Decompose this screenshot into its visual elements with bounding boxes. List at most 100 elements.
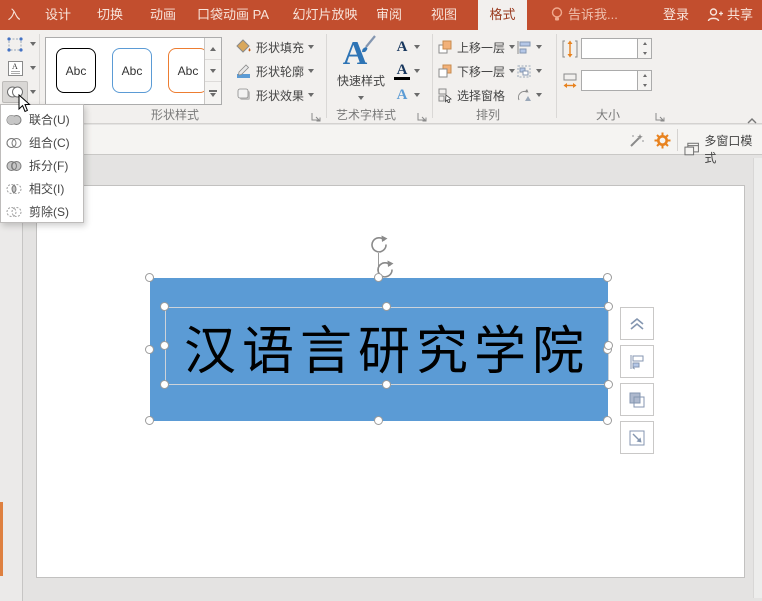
down-arrow-icon <box>210 92 216 97</box>
text-box-dropdown[interactable] <box>29 57 37 79</box>
dropdown-arrow-icon <box>414 93 420 97</box>
edit-shape-icon <box>6 36 23 52</box>
tab-transitions[interactable]: 切换 <box>80 0 140 30</box>
wordart-dialog-launcher[interactable] <box>417 110 429 122</box>
textbox-handle-s[interactable] <box>382 380 391 389</box>
collapse-ribbon-button[interactable] <box>746 112 758 124</box>
share-label: 共享 <box>726 7 753 22</box>
shape-width-input[interactable] <box>581 70 638 91</box>
tab-pocket-animation[interactable]: 口袋动画 PA <box>188 0 278 30</box>
sign-in-button[interactable]: 登录 <box>652 0 700 30</box>
text-fill-button[interactable]: A <box>394 36 428 58</box>
shape-style-thumb-orange[interactable]: Abc <box>168 48 208 93</box>
edit-shape-button[interactable] <box>2 33 28 55</box>
shape-handle-nw[interactable] <box>145 273 154 282</box>
menu-item-label: 组合(C) <box>29 136 70 150</box>
bring-forward-button[interactable]: 上移一层 <box>438 36 516 58</box>
toolbar-separator <box>677 129 678 151</box>
textbox-handle-w[interactable] <box>160 341 169 350</box>
textbox-handle-nw[interactable] <box>160 302 169 311</box>
dropdown-arrow-icon <box>509 45 516 49</box>
shape-handle-ne[interactable] <box>603 273 612 282</box>
menu-item-combine[interactable]: 组合(C) <box>1 131 83 154</box>
textbox-handle-ne[interactable] <box>604 302 613 311</box>
quick-styles-icon: A <box>330 34 392 72</box>
text-effects-icon: A <box>396 86 408 103</box>
down-arrow-icon <box>210 68 216 73</box>
layer-order-button[interactable] <box>620 383 654 416</box>
settings-button[interactable] <box>654 132 671 154</box>
tab-slideshow[interactable]: 幻灯片放映 <box>283 0 367 30</box>
shape-style-thumb-black[interactable]: Abc <box>56 48 96 93</box>
arrange-group-label: 排列 <box>475 108 500 122</box>
shape-effects-button[interactable]: 形状效果 <box>236 84 315 106</box>
text-box-button[interactable]: A <box>2 57 28 79</box>
resize-tool-icon <box>629 430 645 445</box>
shape-handle-sw[interactable] <box>145 416 154 425</box>
shape-style-thumb-blue[interactable]: Abc <box>112 48 152 93</box>
shape-fill-button[interactable]: 形状填充 <box>236 36 315 58</box>
shape-rotate-handle[interactable] <box>369 234 389 254</box>
tell-me-box[interactable]: 告诉我... <box>551 0 618 30</box>
down-arrow-icon <box>642 83 647 87</box>
resize-tool-button[interactable] <box>620 421 654 454</box>
rotate-button[interactable] <box>516 84 542 106</box>
textbox-handle-se[interactable] <box>604 380 613 389</box>
shape-outline-button[interactable]: 形状轮廓 <box>236 60 315 82</box>
selection-pane-button[interactable]: 选择窗格 <box>438 84 505 106</box>
down-arrow-icon <box>642 51 647 55</box>
menu-item-label: 相交(I) <box>29 182 65 196</box>
width-stepper[interactable] <box>638 70 652 91</box>
shape-width-field <box>562 70 652 91</box>
tab-animations[interactable]: 动画 <box>133 0 193 30</box>
menu-item-subtract[interactable]: 剪除(S) <box>1 200 83 223</box>
thumb-label: Abc <box>65 63 87 78</box>
textbox-handle-n[interactable] <box>382 302 391 311</box>
selected-text-box[interactable]: 汉语言研究学院 <box>165 307 609 385</box>
tab-review[interactable]: 审阅 <box>363 0 415 30</box>
gallery-more-button[interactable] <box>205 82 221 104</box>
send-backward-button[interactable]: 下移一层 <box>438 60 516 82</box>
share-button[interactable]: 共享 <box>700 0 760 30</box>
text-outline-button[interactable]: A <box>394 60 428 82</box>
gallery-scroll-down[interactable] <box>205 60 221 82</box>
shape-text: 汉语言研究学院 <box>183 321 590 382</box>
ribbon: A Abc Abc Abc 形状填充 形状轮廓 形状效果 形状样式 A 快速样式… <box>0 30 762 124</box>
dropdown-arrow-icon <box>30 42 36 46</box>
group-objects-icon <box>517 65 531 77</box>
collapse-panel-button[interactable] <box>620 307 654 340</box>
size-dialog-launcher[interactable] <box>655 110 667 122</box>
tab-view[interactable]: 视图 <box>418 0 470 30</box>
tab-format[interactable]: 格式 <box>478 0 527 30</box>
magic-tool-button[interactable] <box>628 132 645 154</box>
tab-design[interactable]: 设计 <box>28 0 88 30</box>
multi-window-mode-button[interactable]: 多窗口模式 <box>684 132 762 166</box>
menu-item-fragment[interactable]: 拆分(F) <box>1 154 83 177</box>
shape-fill-label: 形状填充 <box>256 40 305 55</box>
textbox-handle-sw[interactable] <box>160 380 169 389</box>
width-icon <box>563 73 577 88</box>
app-window: 入 设计 切换 动画 口袋动画 PA 幻灯片放映 审阅 视图 格式 告诉我...… <box>0 0 762 601</box>
align-button[interactable] <box>516 36 542 58</box>
menu-item-intersect[interactable]: 相交(I) <box>1 177 83 200</box>
tab-insert-partial[interactable]: 入 <box>0 0 28 30</box>
gallery-scroll-up[interactable] <box>205 38 221 60</box>
shape-handle-n[interactable] <box>374 273 383 282</box>
menu-item-union[interactable]: 联合(U) <box>1 108 83 131</box>
shape-handle-w[interactable] <box>145 345 154 354</box>
vertical-scrollbar[interactable] <box>753 158 762 598</box>
height-stepper[interactable] <box>638 38 652 59</box>
text-effects-button[interactable]: A <box>394 84 428 106</box>
subtract-icon <box>6 206 22 217</box>
chevron-double-up-icon <box>630 317 644 330</box>
shape-handle-s[interactable] <box>374 416 383 425</box>
textbox-handle-e[interactable] <box>604 341 613 350</box>
dropdown-arrow-icon <box>308 45 315 49</box>
edit-shape-dropdown[interactable] <box>29 33 37 55</box>
group-objects-button[interactable] <box>516 60 542 82</box>
send-backward-icon <box>438 64 452 77</box>
combine-icon <box>6 137 22 148</box>
shape-height-input[interactable] <box>581 38 638 59</box>
align-tool-button[interactable] <box>620 345 654 378</box>
shape-handle-se[interactable] <box>603 416 612 425</box>
